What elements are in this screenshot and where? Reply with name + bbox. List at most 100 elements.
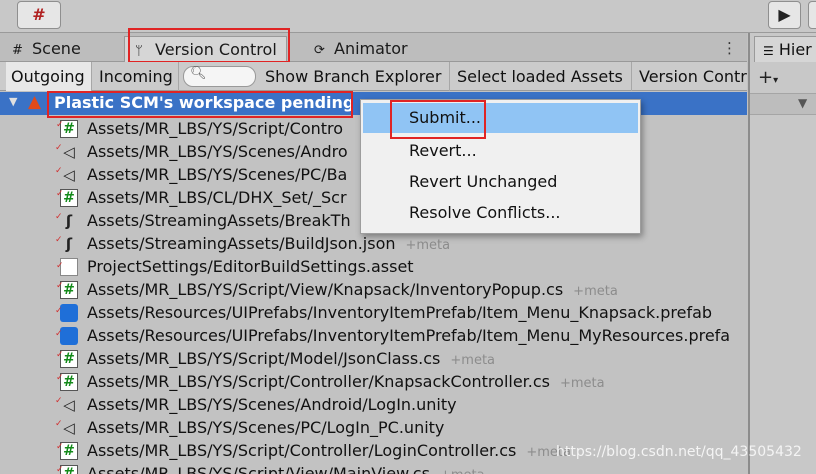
changed-mark-icon: ✓ <box>56 261 64 271</box>
context-menu: Submit... Revert... Revert Unchanged Res… <box>360 99 641 234</box>
file-path: Assets/Resources/UIPrefabs/InventoryItem… <box>87 303 713 322</box>
tab-scene-label: Scene <box>32 39 81 58</box>
changed-mark-icon: ✓ <box>55 143 63 153</box>
group-title: Plastic SCM's workspace pending c <box>54 93 370 112</box>
changed-mark-icon: ✓ <box>56 350 64 360</box>
file-path: Assets/MR_LBS/YS/Script/Controller/Login… <box>87 441 571 460</box>
list-item[interactable]: # ✓ Assets/MR_LBS/YS/Script/Controller/Kna… <box>0 370 747 393</box>
menu-item-resolve-conflicts[interactable]: Resolve Conflicts... <box>363 198 638 228</box>
file-path: Assets/MR_LBS/YS/Scenes/PC/LogIn_PC.unit… <box>87 418 445 437</box>
list-item[interactable]: ◁ ✓ Assets/MR_LBS/YS/Scenes/PC/LogIn_PC.un… <box>0 416 747 439</box>
cs-file-icon: # ✓ <box>56 189 78 207</box>
cs-file-icon: # ✓ <box>56 120 78 138</box>
expand-triangle-icon: ▼ <box>9 95 18 108</box>
show-branch-explorer-button[interactable]: Show Branch Explorer <box>260 62 450 91</box>
list-item[interactable]: ✓ ProjectSettings/EditorBuildSettings.ass… <box>0 255 747 278</box>
pause-button[interactable] <box>808 1 816 29</box>
menu-item-revert-unchanged[interactable]: Revert Unchanged <box>363 167 638 197</box>
changed-mark-icon: ✓ <box>56 189 64 199</box>
list-item[interactable]: ✓ Assets/Resources/UIPrefabs/InventoryIte… <box>0 324 747 347</box>
plus-icon: + <box>758 67 774 88</box>
tab-version-control-label: Version Control <box>155 40 277 59</box>
changed-mark-icon: ✓ <box>55 329 63 339</box>
changed-mark-icon: ✓ <box>56 442 64 452</box>
animator-icon: ⟳ <box>314 43 325 58</box>
changed-mark-icon: ✓ <box>56 281 64 291</box>
grid-icon: # <box>12 43 23 58</box>
changed-mark-icon: ✓ <box>55 306 63 316</box>
cs-file-icon: # ✓ <box>56 442 78 460</box>
file-path: Assets/MR_LBS/CL/DHX_Set/_Scr <box>87 188 347 207</box>
tab-version-control[interactable]: ᛘ Version Control <box>124 36 287 62</box>
tab-scene[interactable]: # Scene <box>12 36 81 62</box>
meta-tag: +meta <box>560 376 605 391</box>
changed-mark-icon: ✓ <box>55 396 63 406</box>
tab-hierarchy[interactable]: ☰ Hier <box>754 36 816 62</box>
menu-item-submit[interactable]: Submit... <box>363 103 638 133</box>
file-path: Assets/StreamingAssets/BuildJson.json +me… <box>87 234 451 253</box>
tab-hierarchy-label: Hier <box>778 40 812 59</box>
meta-tag: +meta <box>450 353 496 368</box>
search-input[interactable]: 🔍︎ <box>183 66 256 87</box>
changed-mark-icon: ✓ <box>55 166 63 176</box>
search-icon: 🔍︎ <box>190 66 207 81</box>
file-path: Assets/StreamingAssets/BreakTh <box>87 211 351 230</box>
file-path: Assets/MR_LBS/YS/Script/View/MainView.cs… <box>87 462 485 474</box>
file-path: Assets/MR_LBS/YS/Script/Contro <box>87 119 344 138</box>
changed-mark-icon: ✓ <box>55 235 63 245</box>
tab-animator-label: Animator <box>334 39 408 58</box>
file-path: Assets/MR_LBS/YS/Script/Model/JsonClass.… <box>87 349 496 368</box>
unity-file-icon: ◁ ✓ <box>55 419 78 437</box>
add-object-button[interactable]: +▾ <box>758 67 778 88</box>
list-item[interactable]: # ✓ Assets/MR_LBS/YS/Script/View/MainView.… <box>0 462 747 474</box>
file-path: Assets/MR_LBS/YS/Scenes/Andro <box>87 142 348 161</box>
file-path: Assets/MR_LBS/YS/Script/Controller/Knaps… <box>87 372 605 391</box>
play-icon: ▶ <box>778 5 791 24</box>
outgoing-tab[interactable]: Outgoing <box>6 62 92 91</box>
json-file-icon: ʃ ✓ <box>55 235 78 253</box>
expand-triangle-icon: ▼ <box>798 96 808 110</box>
select-loaded-assets-button[interactable]: Select loaded Assets <box>452 62 632 91</box>
changed-mark-icon: ✓ <box>56 373 64 383</box>
chevron-down-icon: ▾ <box>773 75 779 86</box>
changed-mark-icon: ✓ <box>55 419 63 429</box>
json-file-icon: ʃ ✓ <box>55 212 78 230</box>
cs-file-icon: # ✓ <box>56 465 78 474</box>
kebab-menu-icon[interactable]: ⋮ <box>722 36 737 60</box>
main-toolbar: # ▶ <box>0 0 816 33</box>
cs-file-icon: # ✓ <box>56 350 78 368</box>
version-control-menu-button[interactable]: Version Contr <box>634 62 747 91</box>
file-path: Assets/MR_LBS/YS/Script/View/Knapsack/In… <box>87 280 618 299</box>
list-item[interactable]: # ✓ Assets/MR_LBS/YS/Script/Model/JsonClas… <box>0 347 747 370</box>
hierarchy-row[interactable]: ▼ <box>750 93 816 115</box>
tab-animator[interactable]: ⟳ Animator <box>314 36 408 62</box>
file-path: Assets/MR_LBS/YS/Scenes/Android/LogIn.un… <box>87 395 457 414</box>
grid-snap-button[interactable]: # <box>17 1 61 29</box>
changed-mark-icon: ✓ <box>55 212 63 222</box>
incoming-tab[interactable]: Incoming <box>94 62 179 91</box>
file-path: ProjectSettings/EditorBuildSettings.asse… <box>87 257 414 276</box>
list-item[interactable]: ʃ ✓ Assets/StreamingAssets/BuildJson.json +… <box>0 232 747 255</box>
changed-mark-icon: ✓ <box>56 465 64 474</box>
list-item[interactable]: # ✓ Assets/MR_LBS/YS/Script/View/Knapsack/… <box>0 278 747 301</box>
watermark: https://blog.csdn.net/qq_43505432 <box>556 444 802 460</box>
meta-tag: +meta <box>440 468 485 474</box>
unity-file-icon: ◁ ✓ <box>55 166 78 184</box>
meta-tag: +meta <box>573 284 618 299</box>
cs-file-icon: # ✓ <box>56 373 78 391</box>
prefab-file-icon: ✓ <box>55 327 78 345</box>
version-control-toolbar: Outgoing Incoming 🔍︎ Show Branch Explore… <box>0 62 747 91</box>
unity-file-icon: ◁ ✓ <box>55 143 78 161</box>
unity-file-icon: ◁ ✓ <box>55 396 78 414</box>
file-path: Assets/Resources/UIPrefabs/InventoryItem… <box>87 326 731 345</box>
play-button[interactable]: ▶ <box>768 1 801 29</box>
grid-snap-icon: # <box>32 5 46 24</box>
hierarchy-panel: ☰ Hier +▾ ▼ <box>748 33 816 474</box>
warning-icon: ▲ <box>28 92 42 112</box>
list-item[interactable]: ◁ ✓ Assets/MR_LBS/YS/Scenes/Android/LogIn.… <box>0 393 747 416</box>
list-item[interactable]: ✓ Assets/Resources/UIPrefabs/InventoryIte… <box>0 301 747 324</box>
hierarchy-icon: ☰ <box>763 44 774 58</box>
meta-tag: +meta <box>405 238 451 253</box>
prefab-file-icon: ✓ <box>55 304 78 322</box>
menu-item-revert[interactable]: Revert... <box>363 136 638 166</box>
